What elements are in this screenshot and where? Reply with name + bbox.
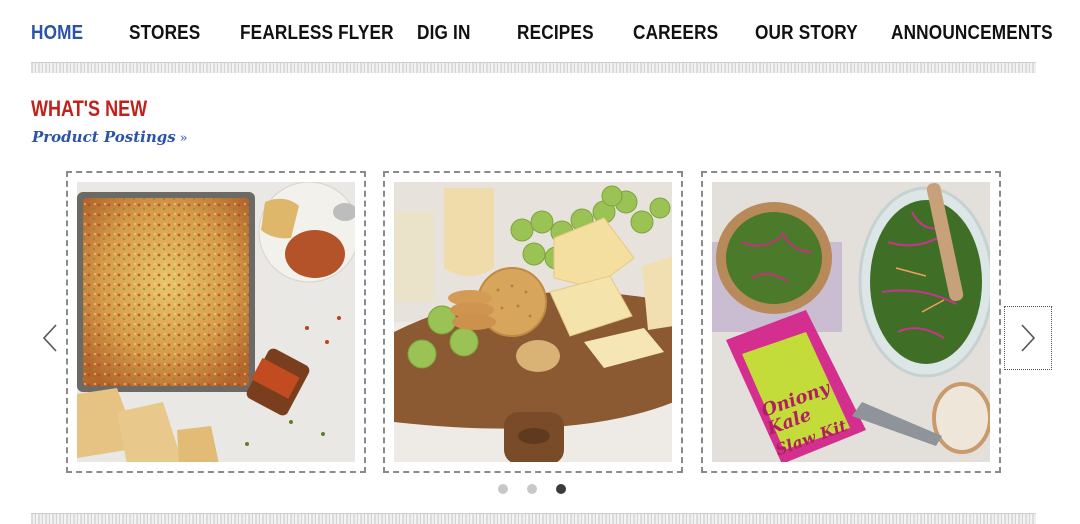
carousel-slide-3[interactable]: Oniony Kale Slaw Kit [701,171,1001,473]
nav-divider [31,62,1036,73]
kale-slaw-image: Oniony Kale Slaw Kit [712,182,990,462]
section-heading: WHAT'S NEW [31,96,148,121]
carousel-slide-1[interactable] [66,171,366,473]
nav-home[interactable]: HOME [31,22,83,45]
nav-fearless-flyer[interactable]: FEARLESS FLYER [240,22,394,45]
cheese-board-image [394,182,672,462]
chevron-right-icon [1021,324,1036,352]
nav-dig-in[interactable]: DIG IN [417,22,471,45]
food-photo [394,182,672,462]
baked-dip-image [77,182,355,462]
nav-announcements[interactable]: ANNOUNCEMENTS [891,22,1053,45]
carousel-dot-1[interactable] [498,484,508,494]
nav-our-story[interactable]: OUR STORY [755,22,858,45]
double-chevron-right-icon: » [179,131,188,146]
nav-stores[interactable]: STORES [129,22,200,45]
food-photo [77,182,355,462]
carousel-pagination [498,484,566,494]
food-photo: Oniony Kale Slaw Kit [712,182,990,462]
main-nav: HOME STORES FEARLESS FLYER DIG IN RECIPE… [0,0,1080,58]
product-postings-link[interactable]: Product Postings» [32,128,188,146]
carousel-dot-2[interactable] [527,484,537,494]
carousel-slide-2[interactable] [383,171,683,473]
chevron-left-icon [42,324,57,352]
carousel-dot-3[interactable] [556,484,566,494]
section-divider [31,513,1036,524]
nav-careers[interactable]: CAREERS [633,22,718,45]
product-postings-label: Product Postings [32,128,176,146]
nav-recipes[interactable]: RECIPES [517,22,594,45]
carousel-next-button[interactable] [1004,306,1052,370]
